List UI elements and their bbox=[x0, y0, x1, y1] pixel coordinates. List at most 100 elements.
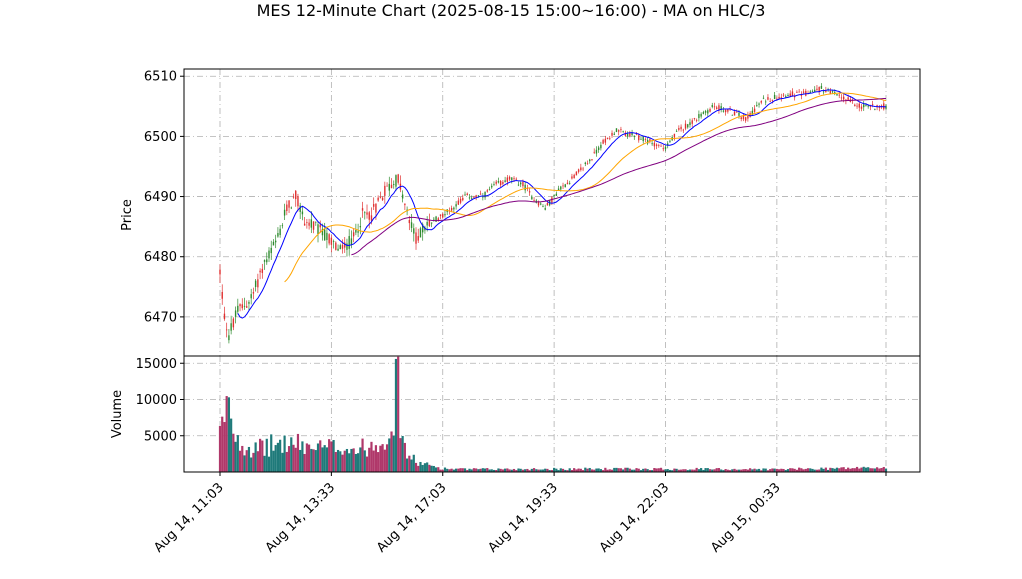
candle-body bbox=[341, 244, 344, 249]
volume-bar bbox=[232, 433, 235, 472]
candle-body bbox=[462, 197, 464, 201]
candle-body bbox=[513, 178, 515, 180]
candle-body bbox=[381, 197, 384, 201]
volume-bar bbox=[829, 467, 832, 472]
volume-bar bbox=[414, 462, 418, 472]
candle-body bbox=[736, 111, 738, 113]
volume-bar bbox=[316, 443, 320, 472]
candle-body bbox=[691, 120, 693, 124]
candle-body bbox=[731, 114, 734, 116]
candle-body bbox=[470, 197, 473, 199]
candle-body bbox=[335, 242, 337, 250]
volume-bar bbox=[314, 450, 317, 472]
volume-bar bbox=[695, 467, 698, 472]
candle-body bbox=[404, 203, 406, 206]
volume-bar bbox=[254, 442, 257, 472]
volume-bar bbox=[299, 449, 302, 472]
candle-body bbox=[430, 222, 433, 224]
candle-body bbox=[248, 301, 250, 304]
volume-bar bbox=[218, 426, 222, 472]
volume-bar bbox=[847, 467, 850, 472]
candle-body bbox=[221, 291, 223, 299]
price-ytick-label: 6510 bbox=[144, 70, 177, 85]
volume-bar bbox=[341, 454, 344, 472]
volume-bar bbox=[274, 445, 277, 472]
candle-body bbox=[279, 228, 281, 236]
volume-bar bbox=[359, 447, 362, 472]
candle-body bbox=[259, 270, 261, 273]
candle-body bbox=[555, 193, 558, 196]
candle-body bbox=[811, 90, 814, 92]
volume-bar bbox=[764, 468, 767, 472]
candle-body bbox=[364, 212, 366, 214]
volume-bar bbox=[223, 422, 226, 472]
volume-bar bbox=[644, 468, 647, 472]
candle-body bbox=[566, 182, 569, 185]
volume-axis-label: Volume bbox=[110, 390, 125, 438]
candle-body bbox=[618, 130, 620, 132]
volume-bar bbox=[559, 468, 562, 472]
candle-body bbox=[297, 196, 299, 207]
candle-body bbox=[782, 94, 785, 96]
volume-bar bbox=[809, 468, 812, 472]
candle-body bbox=[274, 240, 277, 243]
volume-bar bbox=[379, 445, 382, 472]
candle-body bbox=[219, 269, 221, 275]
candle-body bbox=[773, 94, 776, 99]
volume-bar bbox=[700, 468, 703, 472]
moving-average-line bbox=[351, 97, 887, 256]
candle-body bbox=[386, 185, 388, 187]
volume-bar bbox=[348, 453, 351, 472]
candle-body bbox=[528, 191, 531, 193]
candle-body bbox=[758, 103, 760, 105]
candle-body bbox=[700, 113, 702, 117]
volume-bar bbox=[238, 450, 242, 472]
candle-body bbox=[689, 122, 691, 125]
volume-bar bbox=[290, 437, 293, 472]
candle-body bbox=[724, 109, 727, 113]
candle-body bbox=[771, 99, 774, 101]
candle-body bbox=[312, 221, 315, 230]
volume-bar bbox=[655, 468, 658, 472]
volume-bar bbox=[835, 467, 839, 472]
candle-body bbox=[756, 105, 758, 107]
volume-bar bbox=[357, 453, 360, 472]
volume-bar bbox=[789, 468, 792, 472]
volume-bar bbox=[851, 468, 854, 472]
candle-body bbox=[678, 127, 680, 130]
candle-body bbox=[577, 169, 580, 172]
volume-bar bbox=[383, 449, 386, 472]
volume-bar bbox=[824, 467, 827, 472]
candle-body bbox=[511, 177, 513, 180]
candle-body bbox=[464, 194, 466, 196]
candle-body bbox=[584, 162, 586, 164]
candle-body bbox=[564, 184, 566, 188]
volume-bar bbox=[878, 468, 881, 472]
volume-bar bbox=[276, 442, 280, 472]
candle-body bbox=[337, 248, 339, 251]
candle-body bbox=[722, 110, 725, 112]
candle-body bbox=[377, 197, 379, 201]
candle-body bbox=[361, 208, 364, 211]
candle-body bbox=[660, 145, 662, 147]
volume-bar bbox=[250, 457, 253, 472]
candle-body bbox=[711, 105, 713, 107]
candle-body bbox=[595, 149, 598, 154]
volume-bar bbox=[372, 450, 375, 472]
candle-body bbox=[390, 184, 393, 189]
candle-body bbox=[787, 94, 789, 96]
volume-bar bbox=[221, 416, 224, 472]
volume-bar bbox=[270, 434, 273, 472]
volume-bar bbox=[363, 450, 366, 472]
candle-body bbox=[713, 106, 716, 108]
volume-bar bbox=[307, 444, 311, 472]
candle-body bbox=[653, 142, 656, 147]
candle-body bbox=[442, 214, 444, 218]
volume-bar bbox=[773, 468, 776, 472]
candle-body bbox=[292, 196, 295, 198]
candle-body bbox=[277, 233, 279, 237]
candle-body bbox=[675, 130, 678, 132]
candle-body bbox=[328, 234, 330, 244]
candle-body bbox=[319, 224, 321, 228]
volume-bar bbox=[408, 455, 411, 472]
